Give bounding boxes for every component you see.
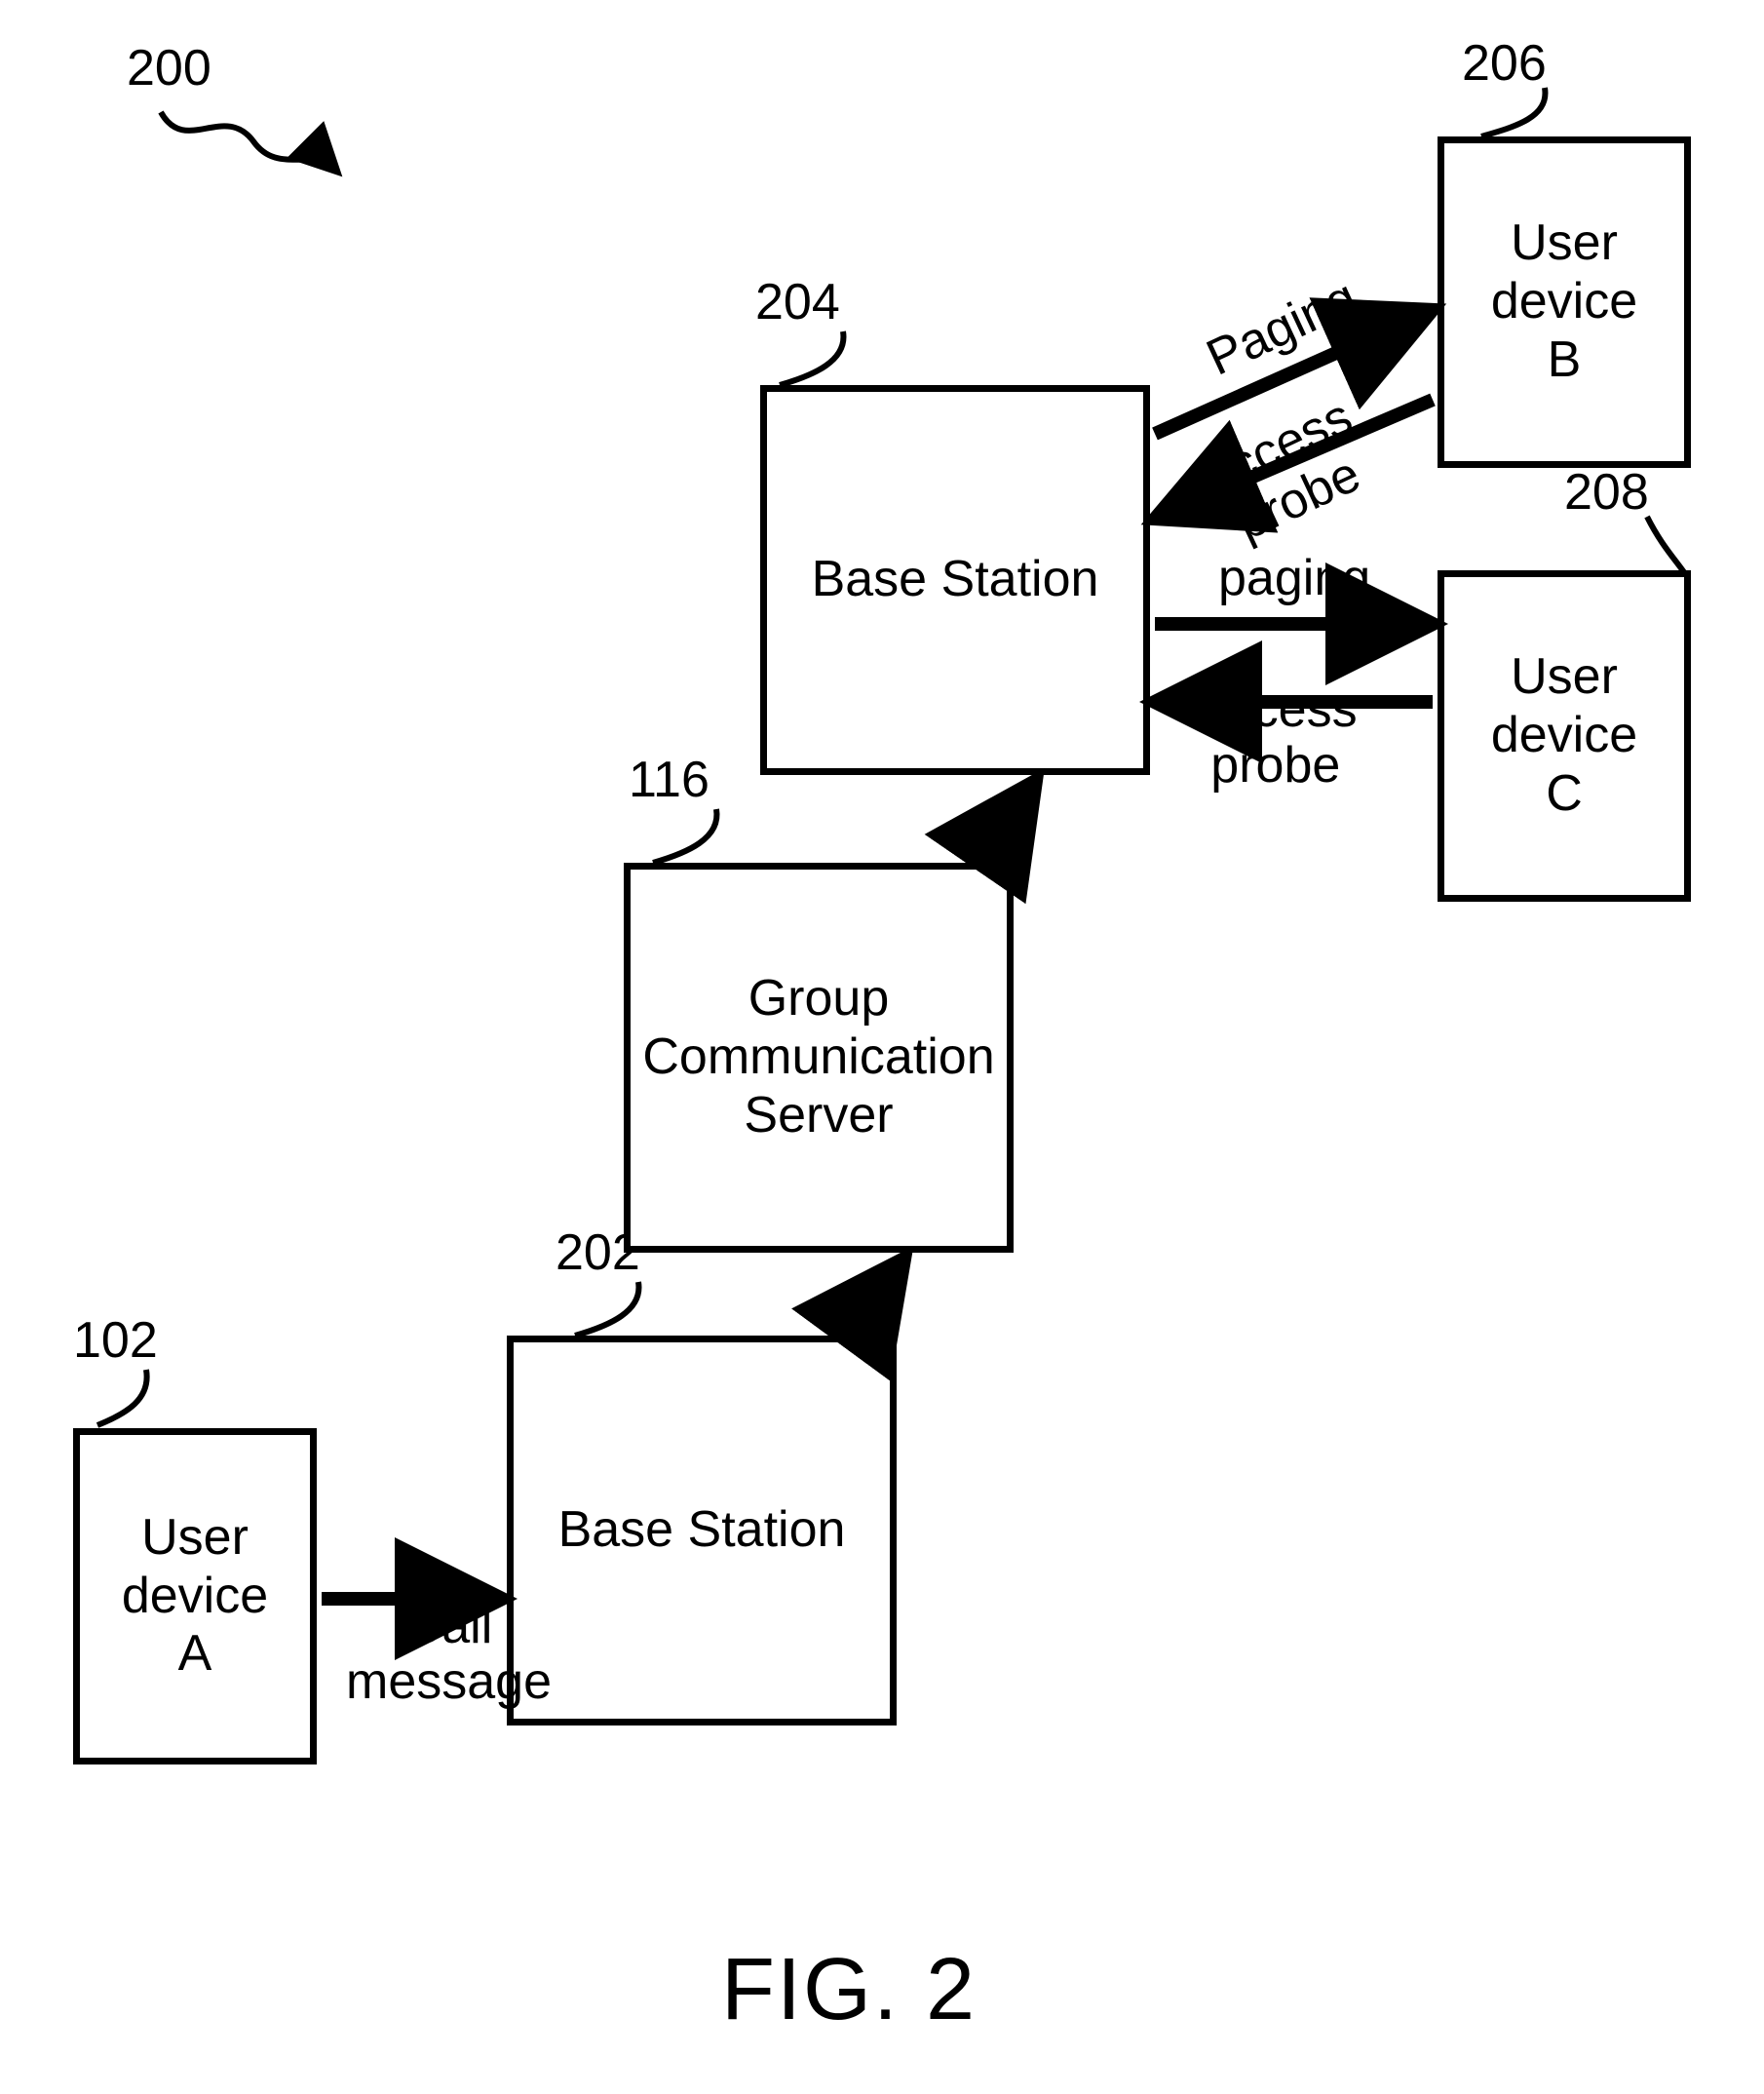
edge-label-access-probe-b: Access probe (1189, 389, 1384, 559)
node-user-device-b: User device B (1438, 136, 1691, 468)
node-user-device-a-label: User device A (122, 1509, 268, 1684)
ref-116: 116 (629, 751, 709, 809)
ref-204: 204 (755, 273, 840, 331)
node-group-comm-server-label: Group Communication Server (642, 970, 994, 1144)
node-base-station-1: Base Station (507, 1336, 897, 1726)
figure-ref-200: 200 (127, 39, 211, 97)
node-base-station-2: Base Station (760, 385, 1150, 775)
ref-102: 102 (73, 1311, 158, 1370)
figure-caption: FIG. 2 (721, 1940, 977, 2040)
edge-label-call-message: Call message (346, 1599, 552, 1710)
node-user-device-a: User device A (73, 1428, 317, 1764)
edge-label-paging-c: paging (1218, 551, 1370, 606)
node-user-device-b-label: User device B (1491, 214, 1637, 389)
ref-206: 206 (1462, 34, 1547, 93)
edge-label-access-probe-c: Access probe (1194, 682, 1358, 794)
node-base-station-2-label: Base Station (812, 551, 1099, 609)
ref-208: 208 (1564, 463, 1649, 522)
edge-label-paging-b: Paging (1199, 270, 1365, 387)
node-user-device-c: User device C (1438, 570, 1691, 902)
diagram-canvas: 200 User device A 102 Base Station 202 G… (0, 0, 1764, 2094)
node-group-comm-server: Group Communication Server (624, 863, 1014, 1253)
node-user-device-c-label: User device C (1491, 648, 1637, 823)
node-base-station-1-label: Base Station (558, 1501, 846, 1560)
